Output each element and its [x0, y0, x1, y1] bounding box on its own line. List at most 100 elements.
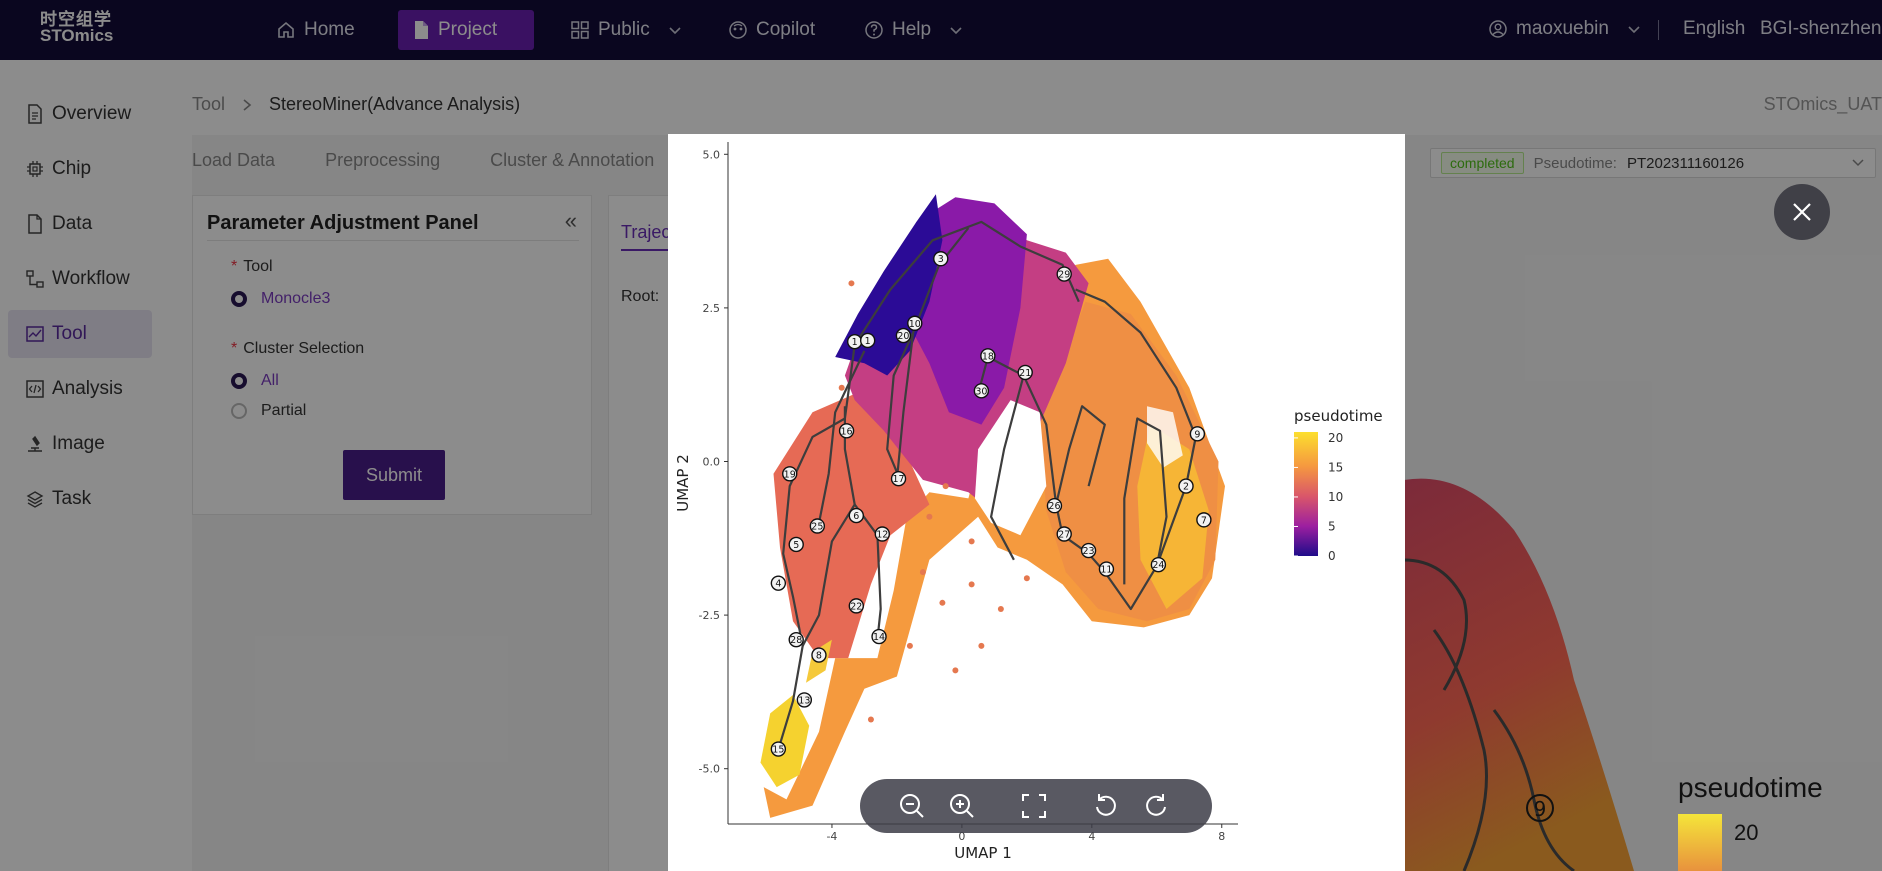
- rotate-left-button[interactable]: [1092, 792, 1120, 820]
- trajectory-node[interactable]: 21: [1017, 364, 1033, 381]
- trajectory-node[interactable]: 23: [1080, 542, 1097, 559]
- cell-point: [926, 513, 933, 520]
- trajectory-node-label: 16: [841, 426, 853, 437]
- cell-point: [997, 605, 1004, 612]
- trajectory-node-label: 3: [938, 254, 944, 265]
- y-tick-label: 2.5: [703, 302, 721, 315]
- legend-tick-label: 15: [1328, 460, 1343, 474]
- legend-colorbar: [1294, 432, 1318, 556]
- trajectory-node[interactable]: 24: [1150, 557, 1167, 573]
- background-legend-swatch: [1678, 814, 1722, 871]
- trajectory-node[interactable]: 19: [782, 466, 798, 482]
- zoom-out-button[interactable]: [898, 792, 926, 820]
- trajectory-node-label: 24: [1152, 560, 1164, 571]
- trajectory-node[interactable]: 7: [1196, 512, 1212, 528]
- y-tick-label: -2.5: [699, 609, 720, 622]
- umap-chart[interactable]: 1 1320102918213016 919 17226762512 2752311 24…: [668, 134, 1405, 871]
- trajectory-node[interactable]: 27: [1056, 526, 1072, 542]
- y-tick-label: -5.0: [699, 763, 720, 776]
- trajectory-node-label: 26: [1048, 501, 1060, 512]
- trajectory-node[interactable]: 5: [788, 536, 804, 553]
- trajectory-node[interactable]: 18: [980, 348, 996, 364]
- trajectory-node[interactable]: 2: [1178, 478, 1194, 494]
- trajectory-node[interactable]: 13: [796, 692, 813, 708]
- cell-point: [968, 581, 975, 588]
- trajectory-node[interactable]: 10: [907, 315, 923, 331]
- zoom-out-icon: [900, 794, 924, 818]
- background-legend-value: 20: [1734, 820, 1759, 845]
- trajectory-node[interactable]: 11: [1098, 561, 1115, 577]
- trajectory-node-label: 6: [853, 511, 859, 522]
- trajectory-node[interactable]: 1: [859, 332, 876, 349]
- trajectory-node[interactable]: 8: [811, 647, 827, 663]
- trajectory-node[interactable]: 29: [1056, 266, 1072, 282]
- trajectory-node-label: 9: [1194, 429, 1200, 440]
- background-plot-fragment: 9: [1404, 478, 1634, 871]
- cell-point: [906, 642, 913, 649]
- cell-point: [968, 538, 975, 545]
- trajectory-node[interactable]: 16: [838, 423, 855, 439]
- cell-point: [939, 599, 946, 606]
- x-tick-label: -4: [826, 830, 837, 843]
- trajectory-node-label: 27: [1058, 529, 1070, 540]
- image-viewer[interactable]: 1 1 3 20 10 29 18 21 30 16 9 19 17 2 26 7 6 25 12 27 5 23 11 24…: [668, 134, 1405, 871]
- y-tick-label: 5.0: [703, 148, 721, 161]
- trajectory-node-label: 1: [852, 337, 858, 348]
- fullscreen-button[interactable]: [1020, 792, 1048, 820]
- trajectory-node-label: 4: [775, 579, 781, 590]
- viewer-toolbar: [860, 779, 1212, 833]
- trajectory-node-label: 20: [897, 331, 909, 342]
- legend-tick-label: 5: [1328, 519, 1336, 533]
- cell-point: [978, 642, 985, 649]
- trajectory-node-label: 29: [1058, 270, 1070, 281]
- trajectory-node-label: 28: [790, 635, 802, 646]
- trajectory-node[interactable]: 15: [770, 741, 787, 757]
- trajectory-node[interactable]: 12: [874, 526, 890, 542]
- trajectory-node-label: 19: [784, 469, 796, 480]
- rotate-left-icon: [1096, 794, 1116, 816]
- trajectory-node-label: 10: [909, 319, 921, 330]
- cell-point: [942, 483, 949, 490]
- trajectory-node-label: 21: [1019, 368, 1031, 379]
- trajectory-node[interactable]: 22: [848, 598, 865, 614]
- trajectory-node-label: 23: [1083, 546, 1095, 557]
- x-axis-label: UMAP 1: [954, 844, 1012, 862]
- legend-tick-label: 0: [1328, 549, 1336, 563]
- trajectory-node[interactable]: 17: [890, 470, 907, 487]
- trajectory-node[interactable]: 4: [770, 575, 787, 591]
- trajectory-node-label: 17: [892, 474, 904, 485]
- cell-point: [952, 667, 959, 674]
- trajectory-node[interactable]: 14: [871, 628, 887, 645]
- close-icon: [1793, 203, 1811, 221]
- y-axis-label: UMAP 2: [674, 454, 692, 512]
- cell-point: [919, 569, 926, 576]
- trajectory-node[interactable]: 25: [809, 518, 826, 534]
- trajectory-node[interactable]: 30: [973, 383, 990, 399]
- trajectory-node-label: 15: [772, 745, 784, 756]
- y-tick-label: 0.0: [703, 455, 721, 468]
- trajectory-node[interactable]: 1: [846, 333, 863, 350]
- trajectory-node[interactable]: 20: [895, 327, 912, 344]
- legend-title: pseudotime: [1294, 407, 1383, 425]
- close-button[interactable]: [1774, 184, 1830, 240]
- trajectory-node[interactable]: 9: [1189, 426, 1206, 442]
- cell-point: [1023, 575, 1030, 582]
- cell-point: [867, 716, 874, 723]
- trajectory-node[interactable]: 6: [848, 507, 865, 524]
- rotate-right-button[interactable]: [1142, 792, 1170, 820]
- fullscreen-icon: [1022, 794, 1046, 818]
- trajectory-node[interactable]: 26: [1046, 498, 1063, 514]
- trajectory-node-label: 11: [1100, 565, 1112, 576]
- trajectory-node-label: 14: [873, 632, 885, 643]
- cell-point: [838, 384, 845, 391]
- legend-tick-label: 10: [1328, 490, 1343, 504]
- zoom-in-button[interactable]: [948, 792, 976, 820]
- zoom-in-icon: [950, 794, 974, 818]
- trajectory-node-label: 22: [850, 601, 862, 612]
- trajectory-node-label: 13: [798, 695, 810, 706]
- trajectory-node[interactable]: 28: [788, 631, 804, 648]
- trajectory-node[interactable]: 3: [933, 251, 949, 267]
- x-tick-label: 8: [1218, 830, 1225, 843]
- trajectory-node-label: 30: [975, 386, 987, 397]
- trajectory-node-label: 18: [982, 351, 994, 362]
